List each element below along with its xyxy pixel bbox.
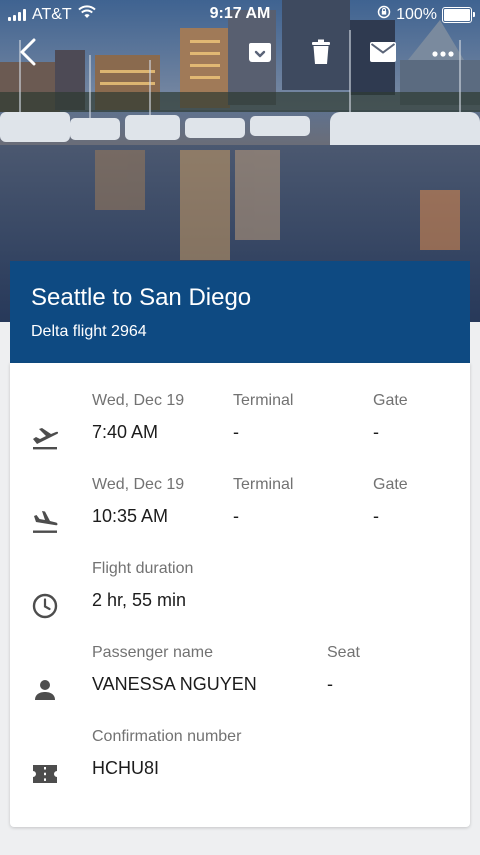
trash-icon [310, 39, 332, 70]
passenger-label: Passenger name [92, 644, 213, 661]
departure-gate-value: - [373, 422, 379, 442]
email-icon [369, 41, 397, 68]
flight-title: Seattle to San Diego [31, 284, 252, 311]
passenger-row: Passenger name VANESSA NGUYEN Seat - [10, 643, 470, 727]
ticket-icon [30, 759, 60, 789]
arrival-date-col: Wed, Dec 19 10:35 AM [92, 475, 184, 527]
orientation-lock-icon [377, 5, 391, 24]
duration-value: 2 hr, 55 min [92, 590, 187, 610]
email-button[interactable] [363, 34, 403, 74]
departure-gate-label: Gate [373, 392, 408, 409]
departure-date-col: Wed, Dec 19 7:40 AM [92, 391, 184, 443]
departure-date: Wed, Dec 19 [92, 392, 185, 409]
more-options-button[interactable] [423, 34, 463, 74]
arrival-gate-col: Gate - [373, 475, 408, 527]
flight-header-card: Seattle to San Diego Delta flight 2964 [10, 261, 470, 363]
departure-terminal-col: Terminal - [233, 391, 293, 443]
departure-gate-col: Gate - [373, 391, 408, 443]
confirmation-value: HCHU8I [92, 758, 160, 778]
arrival-gate-label: Gate [373, 476, 408, 493]
arrival-terminal-col: Terminal - [233, 475, 293, 527]
confirmation-row: Confirmation number HCHU8I [10, 727, 470, 811]
status-bar: AT&T 9:17 AM 100% [0, 0, 480, 28]
battery-group: 100% [377, 5, 475, 24]
duration-label: Flight duration [92, 560, 194, 577]
flight-takeoff-icon [30, 423, 60, 453]
passenger-name: VANESSA NGUYEN [92, 674, 257, 694]
flight-land-icon [30, 507, 60, 537]
battery-percent: 100% [396, 5, 437, 23]
arrow-back-icon [16, 38, 40, 71]
flight-details-card: Wed, Dec 19 7:40 AM Terminal - Gate - We… [10, 363, 470, 827]
arrival-date: Wed, Dec 19 [92, 476, 185, 493]
more-icon [431, 45, 455, 63]
clock-icon [30, 591, 60, 621]
archive-button[interactable] [240, 34, 280, 74]
passenger-name-col: Passenger name VANESSA NGUYEN [92, 643, 257, 695]
seat-label: Seat [327, 644, 360, 661]
arrival-terminal-value: - [233, 506, 239, 526]
arrival-gate-value: - [373, 506, 379, 526]
departure-row: Wed, Dec 19 7:40 AM Terminal - Gate - [10, 391, 470, 475]
seat-value: - [327, 674, 333, 694]
confirmation-col: Confirmation number HCHU8I [92, 727, 241, 779]
arrival-terminal-label: Terminal [233, 476, 294, 493]
battery-icon [442, 6, 475, 23]
duration-row: Flight duration 2 hr, 55 min [10, 559, 470, 643]
departure-terminal-value: - [233, 422, 239, 442]
arrival-row: Wed, Dec 19 10:35 AM Terminal - Gate - [10, 475, 470, 559]
arrival-time: 10:35 AM [92, 506, 169, 526]
seat-col: Seat - [327, 643, 360, 695]
person-icon [30, 675, 60, 705]
departure-terminal-label: Terminal [233, 392, 294, 409]
departure-time: 7:40 AM [92, 422, 159, 442]
back-button[interactable] [8, 34, 48, 74]
delete-button[interactable] [301, 34, 341, 74]
archive-icon [248, 40, 272, 69]
flight-subtitle: Delta flight 2964 [31, 323, 147, 340]
top-action-bar [0, 34, 480, 74]
confirmation-label: Confirmation number [92, 728, 242, 745]
duration-col: Flight duration 2 hr, 55 min [92, 559, 193, 611]
